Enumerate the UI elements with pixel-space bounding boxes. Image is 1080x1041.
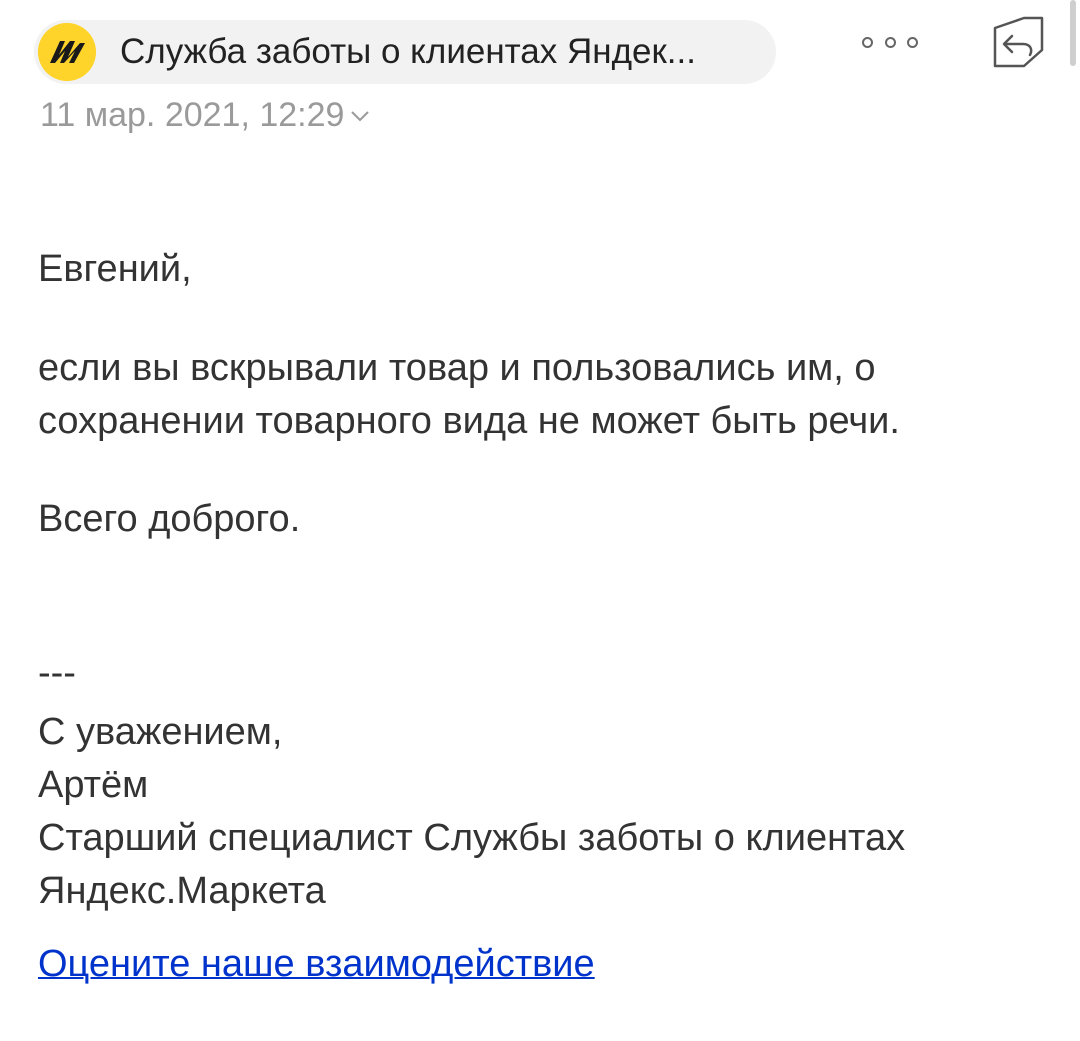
scrollbar[interactable]: [1070, 0, 1076, 66]
sender-name: Служба заботы о клиентах Яндек...: [120, 32, 696, 71]
more-dot: [884, 36, 896, 48]
signature: С уважением, Артём Старший специалист Сл…: [38, 706, 905, 918]
yandex-market-logo-icon: [38, 23, 96, 81]
reply-button[interactable]: [990, 14, 1048, 72]
email-view: Служба заботы о клиентах Яндек... 11 мар…: [0, 0, 1080, 1041]
more-dot: [907, 36, 918, 48]
signature-title: Старший специалист Службы заботы о клиен…: [38, 817, 906, 859]
signature-name: Артём: [38, 764, 149, 806]
reply-icon: [993, 16, 1044, 68]
more-options-button[interactable]: [862, 30, 918, 54]
paragraph-line: если вы вскрывали товар и пользовались и…: [38, 347, 876, 389]
date-toggle[interactable]: 11 мар. 2021, 12:29: [40, 96, 370, 135]
greeting: Евгений,: [38, 248, 192, 290]
signature-separator: ---: [38, 652, 76, 694]
rate-interaction-link[interactable]: Оцените наше взаимодействие: [38, 938, 595, 991]
sender-chip[interactable]: Служба заботы о клиентах Яндек...: [34, 20, 776, 84]
paragraph-line: сохранении товарного вида не может быть …: [38, 400, 900, 442]
signature-company: Яндекс.Маркета: [38, 870, 326, 912]
message-date: 11 мар. 2021, 12:29: [40, 96, 345, 134]
signature-line: С уважением,: [38, 711, 283, 753]
chevron-down-icon: [351, 110, 370, 121]
closing-line: Всего доброго.: [38, 498, 301, 540]
more-dots-icon: [862, 36, 873, 48]
message-paragraph: если вы вскрывали товар и пользовались и…: [38, 342, 900, 448]
